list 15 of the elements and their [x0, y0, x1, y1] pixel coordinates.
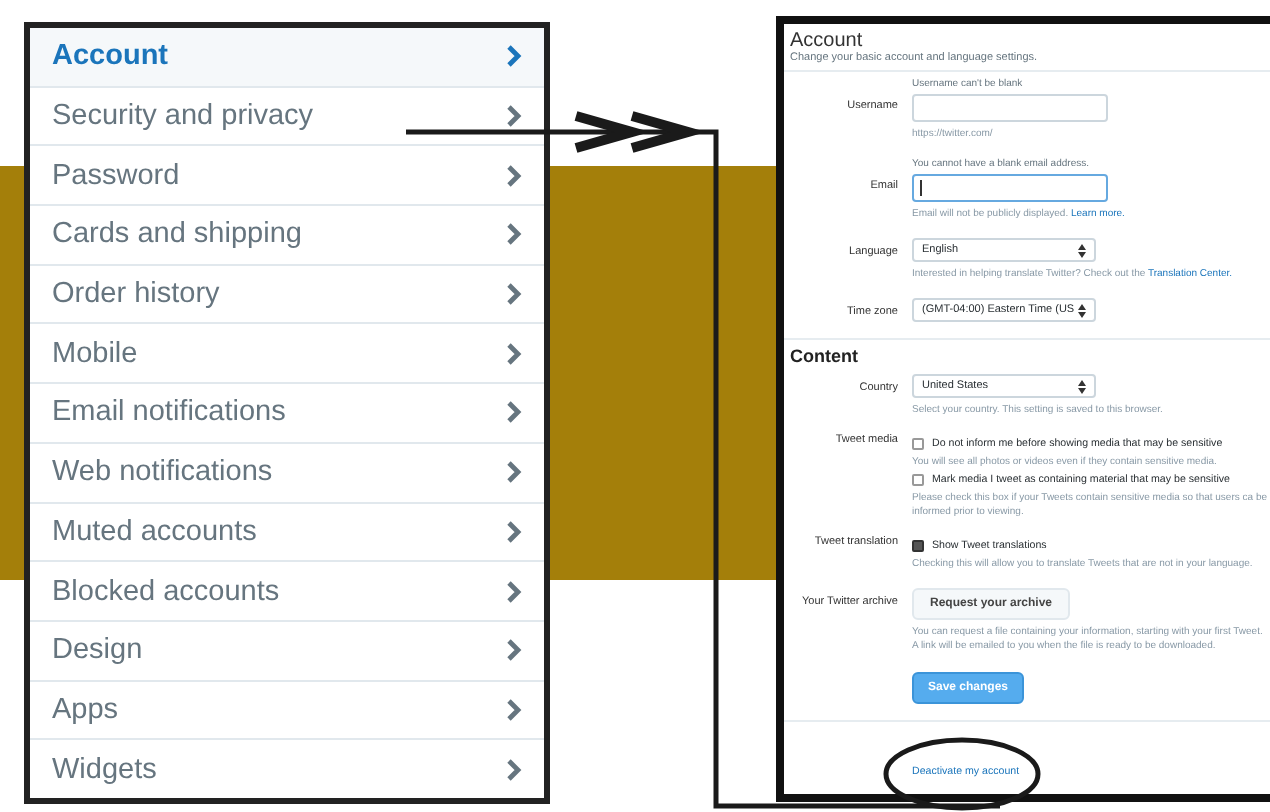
- menu-item[interactable]: Order history: [30, 263, 544, 323]
- menu-item[interactable]: Design: [30, 619, 544, 680]
- page-title: Account: [790, 30, 865, 52]
- menu-item[interactable]: Apps: [30, 679, 544, 739]
- menu-item[interactable]: Account: [30, 28, 544, 86]
- menu-item[interactable]: Password: [30, 144, 544, 205]
- menu-item[interactable]: Mobile: [30, 322, 544, 383]
- menu-item[interactable]: Cards and shipping: [30, 204, 544, 264]
- menu-item[interactable]: Muted accounts: [30, 501, 544, 561]
- menu-item[interactable]: Security and privacy: [30, 85, 544, 145]
- menu-item[interactable]: Blocked accounts: [30, 560, 544, 620]
- menu-item[interactable]: Widgets: [30, 738, 544, 798]
- menu-item[interactable]: Email notifications: [30, 382, 544, 442]
- section-title: Content: [790, 346, 860, 366]
- menu-item[interactable]: Web notifications: [30, 441, 544, 501]
